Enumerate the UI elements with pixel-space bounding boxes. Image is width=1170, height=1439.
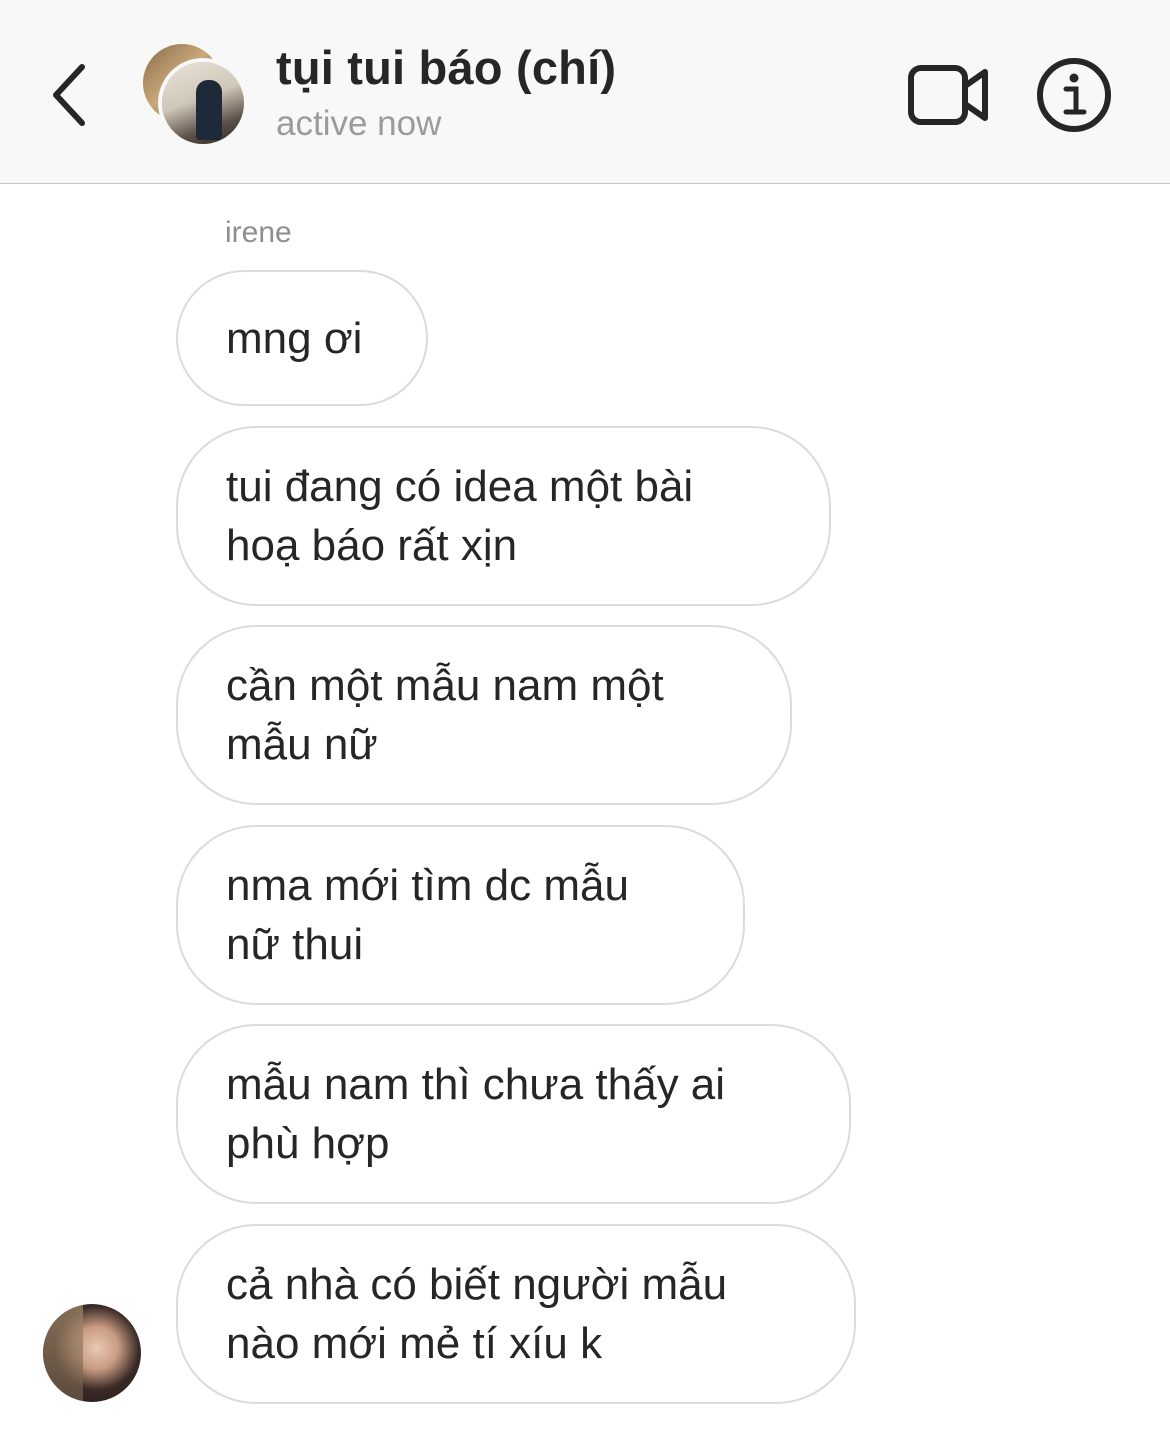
message-text: mng ơi — [226, 309, 362, 368]
message-bubble[interactable]: mng ơi — [176, 270, 428, 406]
sender-avatar[interactable] — [43, 1304, 141, 1402]
video-call-icon — [908, 65, 988, 125]
active-status: active now — [276, 104, 442, 143]
chat-header: tụi tui báo (chí) active now — [0, 0, 1170, 184]
message-line: cần một mẫu nam một — [226, 661, 664, 710]
message-text: cả nhà có biết người mẫu nào mới mẻ tí x… — [226, 1255, 727, 1373]
message-text: nma mới tìm dc mẫu nữ thui — [226, 856, 629, 974]
member-avatar-front — [162, 62, 244, 144]
message-text: mẫu nam thì chưa thấy ai phù hợp — [226, 1055, 725, 1173]
group-avatar[interactable] — [140, 42, 250, 152]
message-text: cần một mẫu nam một mẫu nữ — [226, 656, 664, 774]
message-line: tui đang có idea một bài — [226, 462, 694, 511]
message-bubble[interactable]: nma mới tìm dc mẫu nữ thui — [176, 825, 745, 1005]
message-bubble[interactable]: cần một mẫu nam một mẫu nữ — [176, 625, 792, 805]
message-bubble[interactable]: mẫu nam thì chưa thấy ai phù hợp — [176, 1024, 851, 1204]
message-bubble[interactable]: cả nhà có biết người mẫu nào mới mẻ tí x… — [176, 1224, 856, 1404]
message-line: cả nhà có biết người mẫu — [226, 1260, 728, 1309]
message-line: mẫu nam thì chưa thấy ai — [226, 1060, 726, 1109]
message-line: phù hợp — [226, 1119, 390, 1168]
back-button[interactable] — [40, 55, 100, 135]
chat-title[interactable]: tụi tui báo (chí) — [276, 40, 616, 95]
message-line: hoạ báo rất xịn — [226, 521, 518, 570]
message-bubble[interactable]: tui đang có idea một bài hoạ báo rất xịn — [176, 426, 831, 606]
message-line: mẫu nữ — [226, 720, 378, 769]
chevron-left-icon — [53, 64, 85, 126]
info-button[interactable] — [1034, 55, 1114, 135]
message-line: nữ thui — [226, 920, 364, 969]
video-call-button[interactable] — [905, 60, 991, 130]
message-line: nma mới tìm dc mẫu — [226, 861, 629, 910]
message-line: mng ơi — [226, 313, 363, 363]
message-line: nào mới mẻ tí xíu k — [226, 1319, 603, 1368]
message-text: tui đang có idea một bài hoạ báo rất xịn — [226, 457, 693, 575]
sender-name: irene — [225, 216, 292, 249]
info-icon — [1037, 58, 1111, 132]
